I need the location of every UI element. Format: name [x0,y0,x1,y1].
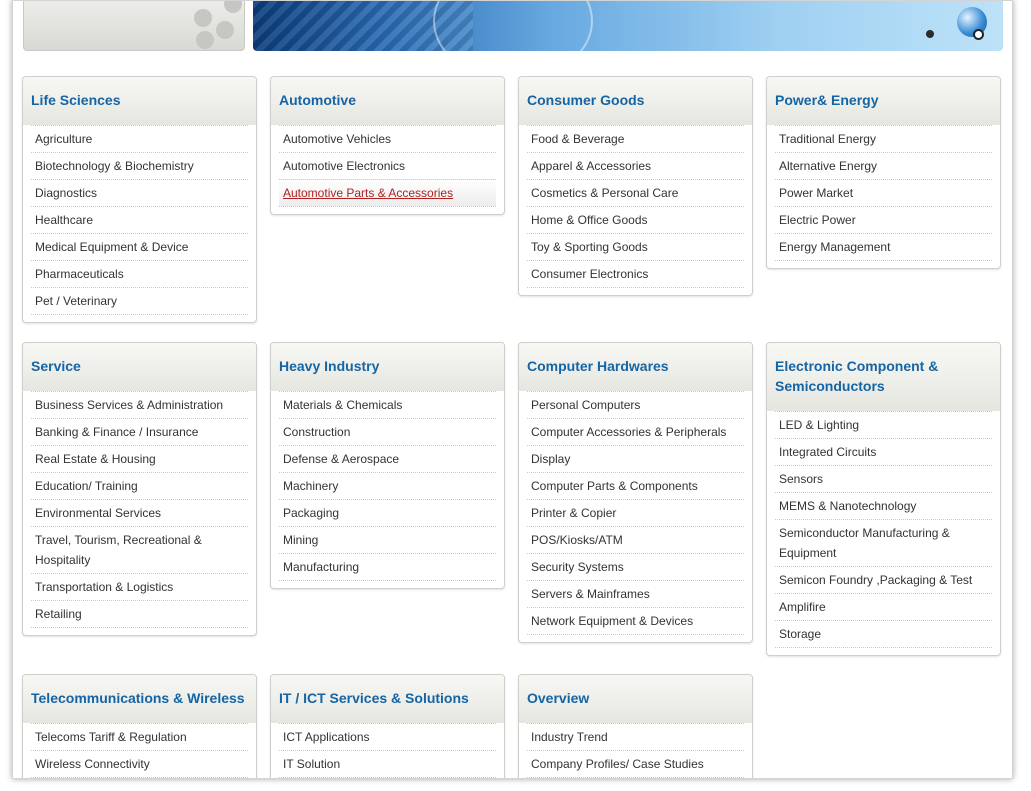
category-link[interactable]: Defense & Aerospace [279,445,496,472]
category-link[interactable]: Semiconductor Manufacturing & Equipment [775,519,992,566]
category-box-power-energy: Power& Energy Traditional Energy Alterna… [766,76,1001,269]
banner-left-panel [23,1,245,51]
category-link[interactable]: Consumer Electronics [527,260,744,288]
category-link[interactable]: LED & Lighting [775,411,992,438]
category-link[interactable]: Diagnostics [31,179,248,206]
category-link[interactable]: Alternative Energy [775,152,992,179]
category-box-heavy-industry: Heavy Industry Materials & Chemicals Con… [270,342,505,589]
category-box-telecommunications: Telecommunications & Wireless Telecoms T… [22,674,257,778]
category-link[interactable]: Semicon Foundry ,Packaging & Test [775,566,992,593]
category-title[interactable]: Service [31,356,248,376]
category-link[interactable]: Retailing [31,600,248,628]
category-link[interactable]: Mining [279,526,496,553]
category-link[interactable]: Education/ Training [31,472,248,499]
category-title[interactable]: Heavy Industry [279,356,496,376]
category-link[interactable]: Amplifire [775,593,992,620]
category-link[interactable]: Machinery [279,472,496,499]
category-title[interactable]: Life Sciences [31,90,248,110]
category-link[interactable]: Agriculture [31,125,248,152]
slide-dot-2-active[interactable] [973,29,984,40]
category-link[interactable]: Telecoms Tariff & Regulation [31,723,248,750]
category-link[interactable]: POS/Kiosks/ATM [527,526,744,553]
category-link-hovered[interactable]: Automotive Parts & Accessories [279,179,496,207]
category-link[interactable]: Wireless Connectivity [31,750,248,778]
category-box-overview: Overview Industry Trend Company Profiles… [518,674,753,778]
category-link[interactable]: Banking & Finance / Insurance [31,418,248,445]
category-link[interactable]: Food & Beverage [527,125,744,152]
category-title[interactable]: Consumer Goods [527,90,744,110]
category-link[interactable]: Pharmaceuticals [31,260,248,287]
category-link[interactable]: Real Estate & Housing [31,445,248,472]
category-link[interactable]: Sensors [775,465,992,492]
category-link[interactable]: Packaging [279,499,496,526]
category-link[interactable]: Toy & Sporting Goods [527,233,744,260]
category-title[interactable]: Computer Hardwares [527,356,744,376]
category-link[interactable]: Power Market [775,179,992,206]
category-link[interactable]: Personal Computers [527,391,744,418]
category-link[interactable]: Servers & Mainframes [527,580,744,607]
category-link[interactable]: Materials & Chemicals [279,391,496,418]
category-box-it-ict: IT / ICT Services & Solutions ICT Applic… [270,674,505,778]
category-title[interactable]: Telecommunications & Wireless [31,688,248,708]
category-link[interactable]: Energy Management [775,233,992,261]
category-link[interactable]: Automotive Electronics [279,152,496,179]
banner-image [253,1,1003,51]
page-frame: Life Sciences Agriculture Biotechnology … [12,0,1013,779]
category-link[interactable]: Business Services & Administration [31,391,248,418]
category-box-life-sciences: Life Sciences Agriculture Biotechnology … [22,76,257,323]
slide-dot-1[interactable] [926,30,934,38]
category-link[interactable]: Home & Office Goods [527,206,744,233]
category-title[interactable]: Electronic Component & Semiconductors [775,356,992,396]
category-link[interactable]: IT Solution [279,750,496,778]
category-link[interactable]: MEMS & Nanotechnology [775,492,992,519]
category-box-electronic-component: Electronic Component & Semiconductors LE… [766,342,1001,656]
category-link[interactable]: Network Equipment & Devices [527,607,744,635]
category-link[interactable]: Transportation & Logistics [31,573,248,600]
category-link[interactable]: Traditional Energy [775,125,992,152]
category-box-computer-hardwares: Computer Hardwares Personal Computers Co… [518,342,753,643]
category-link[interactable]: Automotive Vehicles [279,125,496,152]
category-link[interactable]: Medical Equipment & Device [31,233,248,260]
category-link[interactable]: Healthcare [31,206,248,233]
category-link[interactable]: Computer Parts & Components [527,472,744,499]
category-link[interactable]: Industry Trend [527,723,744,750]
category-link[interactable]: Apparel & Accessories [527,152,744,179]
category-link[interactable]: Security Systems [527,553,744,580]
category-link[interactable]: ICT Applications [279,723,496,750]
category-title[interactable]: Power& Energy [775,90,992,110]
category-link[interactable]: Biotechnology & Biochemistry [31,152,248,179]
category-link[interactable]: Construction [279,418,496,445]
category-title[interactable]: Overview [527,688,744,708]
category-link[interactable]: Computer Accessories & Peripherals [527,418,744,445]
category-title[interactable]: IT / ICT Services & Solutions [279,688,496,708]
category-link[interactable]: Environmental Services [31,499,248,526]
category-box-service: Service Business Services & Administrati… [22,342,257,636]
category-box-automotive: Automotive Automotive Vehicles Automotiv… [270,76,505,215]
category-link[interactable]: Storage [775,620,992,648]
category-link[interactable]: Printer & Copier [527,499,744,526]
category-link[interactable]: Cosmetics & Personal Care [527,179,744,206]
category-link[interactable]: Display [527,445,744,472]
category-title[interactable]: Automotive [279,90,496,110]
category-box-consumer-goods: Consumer Goods Food & Beverage Apparel &… [518,76,753,296]
category-link[interactable]: Integrated Circuits [775,438,992,465]
category-link[interactable]: Pet / Veterinary [31,287,248,315]
category-link[interactable]: Travel, Tourism, Recreational & Hospital… [31,526,248,573]
category-link[interactable]: Electric Power [775,206,992,233]
category-link[interactable]: Company Profiles/ Case Studies [527,750,744,778]
category-link[interactable]: Manufacturing [279,553,496,581]
